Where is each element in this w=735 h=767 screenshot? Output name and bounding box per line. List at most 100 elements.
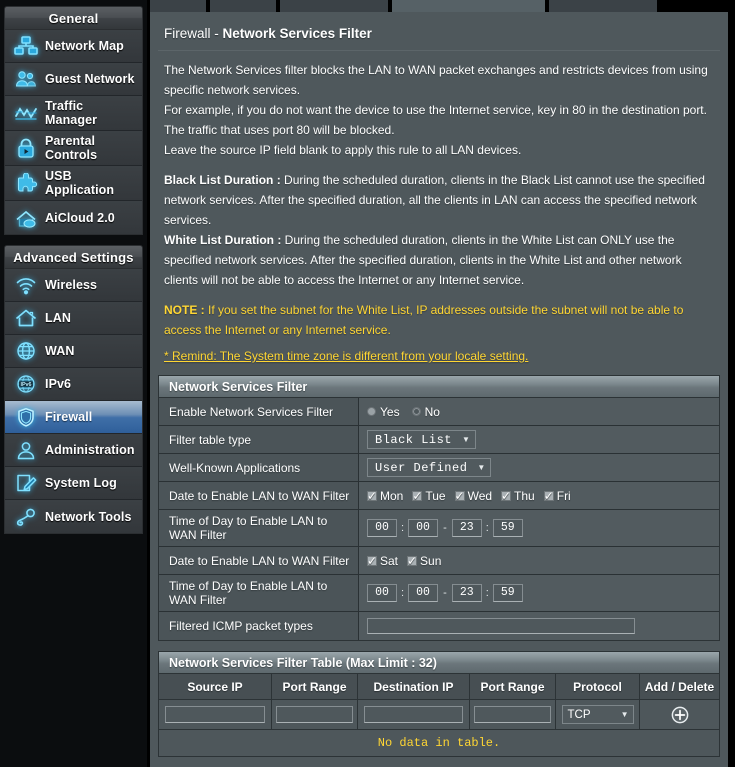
sidebar-label-aicloud: AiCloud 2.0	[45, 210, 115, 225]
select-well-known-applications[interactable]: User Defined ▼	[367, 458, 492, 477]
sidebar-item-wan[interactable]: WAN	[5, 335, 142, 368]
value-date-weekend: ✓ Sat ✓ Sun	[359, 547, 719, 574]
sidebar-item-parental-controls[interactable]: Parental Controls	[5, 131, 142, 166]
lan-icon	[11, 305, 41, 331]
checkbox-label-tue: Tue	[425, 488, 446, 503]
sidebar-item-wireless[interactable]: Wireless	[5, 269, 142, 302]
column-header-destination-ip: Destination IP	[358, 674, 470, 700]
input-weekend-start-hour[interactable]: 00	[367, 584, 397, 602]
row-enable-filter: Enable Network Services Filter Yes No	[159, 398, 719, 426]
panel-header: Network Services Filter	[159, 376, 719, 398]
sidebar-label-traffic-manager: Traffic Manager	[45, 99, 98, 127]
chevron-down-icon: ▼	[620, 710, 629, 719]
value-filtered-icmp	[359, 612, 719, 640]
row-filter-table-type: Filter table type Black List ▼	[159, 426, 719, 454]
sidebar-group-general: General Network Map Guest Network Traffi…	[4, 6, 143, 235]
checkbox-mark-sun: ✓	[406, 553, 418, 568]
white-list-duration-label: White List Duration :	[164, 233, 282, 247]
cell-protocol: TCP ▼	[556, 700, 640, 730]
label-date-weekday: Date to Enable LAN to WAN Filter	[159, 482, 359, 509]
select-protocol-value: TCP	[567, 708, 591, 721]
checkbox-mark-tue: ✓	[412, 488, 423, 503]
row-filtered-icmp: Filtered ICMP packet types	[159, 612, 719, 640]
input-weekend-end-min[interactable]: 59	[492, 584, 523, 602]
sidebar-item-aicloud[interactable]: AiCloud 2.0	[5, 201, 142, 234]
checkbox-mon[interactable]: ✓ Mon	[367, 489, 403, 503]
checkbox-wed[interactable]: ✓ Wed	[455, 489, 493, 503]
input-weekday-end-hour[interactable]: 23	[451, 519, 482, 537]
label-filtered-icmp: Filtered ICMP packet types	[159, 612, 359, 640]
checkbox-mark-sat: ✓	[366, 553, 378, 568]
select-filter-table-type[interactable]: Black List ▼	[367, 430, 476, 449]
network-tools-icon	[11, 504, 41, 530]
sidebar-label-usb-application: USB Application	[45, 169, 115, 197]
label-enable-filter: Enable Network Services Filter	[159, 398, 359, 425]
black-list-duration-paragraph: Black List Duration : During the schedul…	[164, 170, 714, 230]
add-rule-plus-icon[interactable]	[671, 706, 689, 724]
sidebar-item-network-tools[interactable]: Network Tools	[5, 500, 142, 533]
time-colon-3: :	[401, 587, 405, 599]
sidebar-item-ipv6[interactable]: IPv6 IPv6	[5, 368, 142, 401]
value-well-known-applications: User Defined ▼	[359, 454, 719, 481]
select-protocol[interactable]: TCP ▼	[561, 705, 634, 724]
checkbox-thu[interactable]: ✓ Thu	[501, 489, 535, 503]
sidebar-item-firewall[interactable]: Firewall	[5, 401, 142, 434]
sidebar-label-firewall: Firewall	[45, 410, 93, 424]
sidebar-item-traffic-manager[interactable]: Traffic Manager	[5, 96, 142, 131]
checkbox-tue[interactable]: ✓ Tue	[412, 489, 445, 503]
label-well-known-applications: Well-Known Applications	[159, 454, 359, 481]
sidebar-item-guest-network[interactable]: Guest Network	[5, 63, 142, 96]
filter-table-input-row: TCP ▼	[159, 700, 719, 730]
checkbox-mark-thu: ✓	[501, 488, 512, 503]
sidebar-label-wan: WAN	[45, 344, 75, 358]
remind-timezone-link[interactable]: * Remind: The System time zone is differ…	[164, 349, 528, 363]
input-weekday-start-min[interactable]: 00	[408, 519, 439, 537]
cell-add-delete	[640, 700, 719, 730]
sidebar-label-network-tools: Network Tools	[45, 509, 132, 524]
input-destination-ip[interactable]	[363, 706, 464, 723]
page-title: Firewall - Network Services Filter	[158, 12, 720, 51]
sidebar-label-administration: Administration	[45, 443, 135, 457]
input-source-ip[interactable]	[164, 706, 266, 723]
filter-table-header-row: Source IP Port Range Destination IP Port…	[159, 674, 719, 700]
sidebar-label-parental-controls: Parental Controls	[45, 134, 98, 162]
radio-dot-yes	[367, 407, 376, 416]
checkbox-label-sat: Sat	[380, 553, 399, 568]
chevron-down-icon: ▼	[477, 462, 486, 472]
note-label: NOTE :	[164, 303, 205, 317]
value-time-weekday: 00 : 00 - 23 : 59	[359, 510, 719, 546]
select-well-known-applications-value: User Defined	[375, 460, 468, 475]
checkbox-label-sun: Sun	[420, 553, 442, 568]
radio-label-no: No	[424, 404, 440, 419]
sidebar-item-network-map[interactable]: Network Map	[5, 30, 142, 63]
time-colon-4: :	[485, 587, 489, 599]
column-header-protocol: Protocol	[556, 674, 640, 700]
network-services-filter-table: Network Services Filter Table (Max Limit…	[158, 651, 720, 757]
time-dash-2: -	[443, 587, 447, 599]
sidebar-item-lan[interactable]: LAN	[5, 302, 142, 335]
checkbox-sun[interactable]: ✓ Sun	[407, 554, 441, 568]
label-date-weekend: Date to Enable LAN to WAN Filter	[159, 547, 359, 574]
label-time-weekday: Time of Day to Enable LAN to WAN Filter	[159, 510, 359, 546]
input-filtered-icmp[interactable]	[367, 618, 635, 634]
value-enable-filter: Yes No	[359, 398, 719, 425]
input-weekend-end-hour[interactable]: 23	[451, 584, 482, 602]
input-port-range-dst[interactable]	[474, 706, 551, 723]
checkbox-sat[interactable]: ✓ Sat	[367, 554, 398, 568]
checkbox-fri[interactable]: ✓ Fri	[544, 489, 571, 503]
input-weekday-start-hour[interactable]: 00	[367, 519, 397, 537]
sidebar: General Network Map Guest Network Traffi…	[0, 0, 147, 767]
column-header-port-range-src: Port Range	[272, 674, 358, 700]
network-services-filter-panel: Network Services Filter Enable Network S…	[158, 375, 720, 641]
radio-enable-yes[interactable]: Yes	[367, 405, 400, 419]
input-weekend-start-min[interactable]: 00	[408, 584, 439, 602]
input-weekday-end-min[interactable]: 59	[492, 519, 523, 537]
column-header-source-ip: Source IP	[159, 674, 272, 700]
input-port-range-src[interactable]	[276, 706, 353, 723]
radio-enable-no[interactable]: No	[411, 404, 440, 419]
wan-icon	[11, 338, 41, 364]
sidebar-item-administration[interactable]: Administration	[5, 434, 142, 467]
sidebar-item-system-log[interactable]: System Log	[5, 467, 142, 500]
cell-port-range-dst	[470, 700, 556, 730]
sidebar-item-usb-application[interactable]: USB Application	[5, 166, 142, 201]
